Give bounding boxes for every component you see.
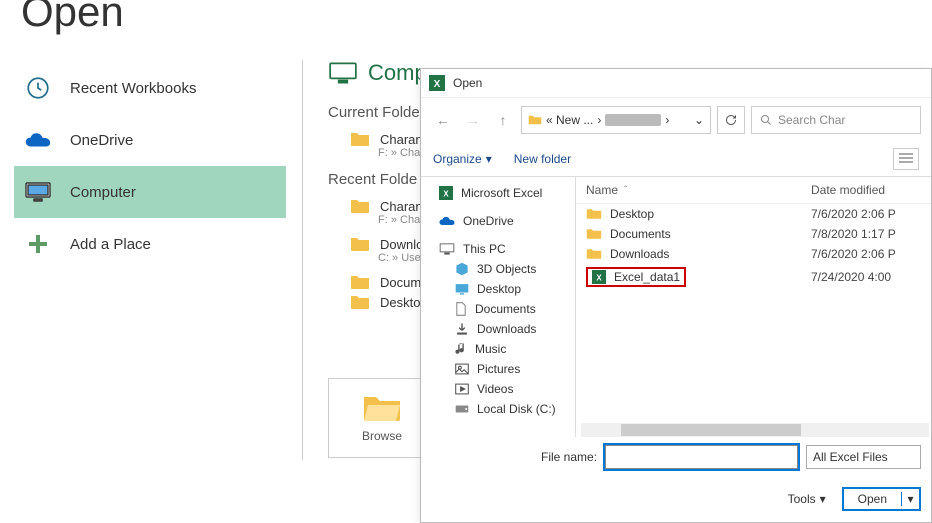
search-input[interactable]: Search Char bbox=[751, 106, 921, 134]
column-name[interactable]: Name bbox=[586, 183, 618, 197]
breadcrumb-row: ← → ↑ « New ... › › ⌄ Search Char bbox=[421, 98, 931, 142]
chevron-down-icon[interactable]: ⌄ bbox=[694, 113, 704, 127]
tools-menu[interactable]: Tools ▾ bbox=[782, 490, 832, 508]
forward-button[interactable]: → bbox=[461, 108, 485, 132]
tree-item-videos[interactable]: Videos bbox=[421, 379, 575, 399]
chevron-down-icon: ▾ bbox=[486, 152, 492, 166]
browse-label: Browse bbox=[362, 429, 402, 443]
file-row-selected[interactable]: X Excel_data1 7/24/2020 4:00 bbox=[576, 264, 931, 290]
dialog-title: Open bbox=[453, 76, 482, 90]
clock-icon bbox=[24, 74, 52, 102]
open-dialog: X Open ← → ↑ « New ... › › ⌄ Search Char… bbox=[420, 68, 932, 523]
breadcrumb-path[interactable]: « New ... › › ⌄ bbox=[521, 106, 711, 134]
tree-item-documents[interactable]: Documents bbox=[421, 299, 575, 319]
nav-label: Computer bbox=[70, 184, 136, 201]
nav-computer[interactable]: Computer bbox=[14, 166, 286, 218]
file-row[interactable]: Documents 7/8/2020 1:17 P bbox=[576, 224, 931, 244]
column-date[interactable]: Date modified bbox=[811, 183, 921, 197]
dialog-toolbar: Organize ▾ New folder bbox=[421, 142, 931, 177]
organize-menu[interactable]: Organize ▾ bbox=[433, 152, 492, 166]
tree-item-pictures[interactable]: Pictures bbox=[421, 359, 575, 379]
filename-label: File name: bbox=[541, 450, 597, 464]
redacted-path-segment bbox=[605, 114, 661, 126]
scrollbar-thumb[interactable] bbox=[621, 424, 801, 436]
plus-icon bbox=[24, 230, 52, 258]
tree-item-excel[interactable]: X Microsoft Excel bbox=[421, 183, 575, 203]
backstage-nav: Recent Workbooks OneDrive Computer Add a… bbox=[14, 62, 286, 270]
nav-recent-workbooks[interactable]: Recent Workbooks bbox=[14, 62, 286, 114]
horizontal-scrollbar[interactable] bbox=[581, 423, 929, 437]
open-split-chevron-icon[interactable]: ▾ bbox=[901, 492, 919, 506]
chevron-down-icon: ▾ bbox=[820, 492, 826, 506]
tree-item-desktop[interactable]: Desktop bbox=[421, 279, 575, 299]
page-title: Open bbox=[21, 0, 124, 36]
tree-item-downloads[interactable]: Downloads bbox=[421, 319, 575, 339]
nav-add-place[interactable]: Add a Place bbox=[14, 218, 286, 270]
search-placeholder: Search Char bbox=[778, 113, 845, 127]
onedrive-icon bbox=[24, 126, 52, 154]
tree-item-thispc[interactable]: This PC bbox=[421, 239, 575, 259]
nav-tree[interactable]: X Microsoft Excel OneDrive This PC 3D Ob… bbox=[421, 177, 576, 437]
tree-item-3dobjects[interactable]: 3D Objects bbox=[421, 259, 575, 279]
view-options-button[interactable] bbox=[893, 148, 919, 170]
tree-item-localdisk[interactable]: Local Disk (C:) bbox=[421, 399, 575, 419]
open-button[interactable]: Open ▾ bbox=[842, 487, 921, 511]
dialog-titlebar: X Open bbox=[421, 69, 931, 98]
column-headers[interactable]: Name ˆ Date modified bbox=[576, 177, 931, 204]
file-row[interactable]: Downloads 7/6/2020 2:06 P bbox=[576, 244, 931, 264]
svg-text:X: X bbox=[434, 79, 441, 90]
back-button[interactable]: ← bbox=[431, 108, 455, 132]
svg-text:X: X bbox=[596, 274, 602, 283]
file-list: Name ˆ Date modified Desktop 7/6/2020 2:… bbox=[576, 177, 931, 437]
svg-text:X: X bbox=[443, 190, 449, 199]
filetype-filter[interactable]: All Excel Files bbox=[806, 445, 921, 469]
panel-header-text: Comp bbox=[368, 60, 427, 86]
nav-label: OneDrive bbox=[70, 132, 133, 149]
new-folder-button[interactable]: New folder bbox=[514, 152, 571, 166]
nav-onedrive[interactable]: OneDrive bbox=[14, 114, 286, 166]
filename-input[interactable] bbox=[605, 445, 798, 469]
computer-icon bbox=[24, 178, 52, 206]
tree-item-onedrive[interactable]: OneDrive bbox=[421, 211, 575, 231]
tree-item-music[interactable]: Music bbox=[421, 339, 575, 359]
file-row[interactable]: Desktop 7/6/2020 2:06 P bbox=[576, 204, 931, 224]
up-button[interactable]: ↑ bbox=[491, 108, 515, 132]
sort-asc-icon: ˆ bbox=[624, 185, 627, 196]
nav-label: Recent Workbooks bbox=[70, 80, 196, 97]
refresh-button[interactable] bbox=[717, 106, 745, 134]
vertical-divider bbox=[302, 60, 303, 460]
nav-label: Add a Place bbox=[70, 236, 151, 253]
